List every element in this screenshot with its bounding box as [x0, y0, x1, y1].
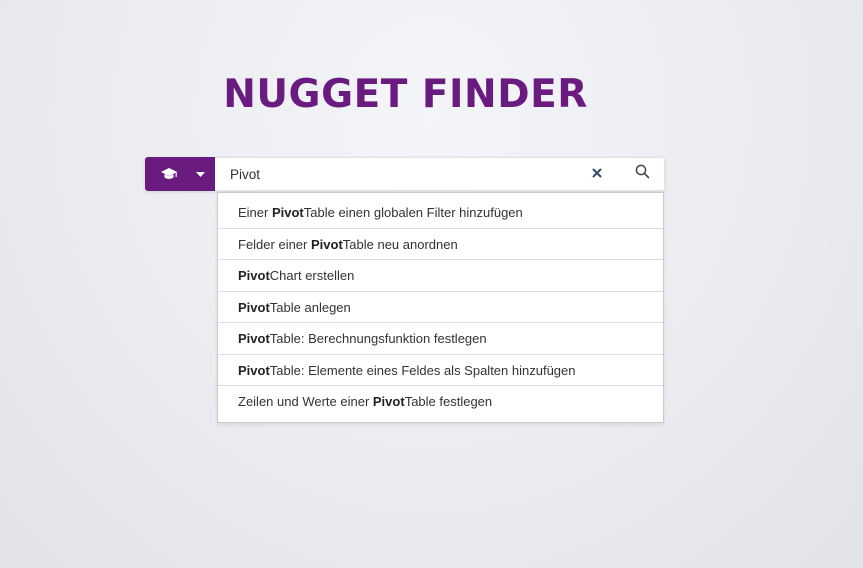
- suggestion-item[interactable]: Zeilen und Werte einer PivotTable festle…: [218, 386, 663, 418]
- suggestion-item[interactable]: PivotTable: Elemente eines Feldes als Sp…: [218, 355, 663, 386]
- search-input[interactable]: [215, 158, 582, 190]
- suggestion-item[interactable]: PivotChart erstellen: [218, 260, 663, 292]
- suggestion-match: Pivot: [238, 362, 270, 378]
- suggestion-text-after: Chart erstellen: [269, 268, 355, 283]
- category-dropdown-button[interactable]: [145, 157, 215, 191]
- suggestion-text-after: Table einen globalen Filter hinzufügen: [303, 205, 523, 220]
- search-field: [215, 157, 665, 191]
- suggestion-match: Pivot: [238, 268, 270, 283]
- graduation-cap-icon: [160, 167, 178, 181]
- suggestion-match: Pivot: [238, 331, 270, 346]
- close-icon: [592, 165, 602, 183]
- suggestion-text-after: Table neu anordnen: [342, 236, 458, 252]
- suggestion-match: Pivot: [271, 205, 304, 220]
- search-button[interactable]: [622, 158, 662, 190]
- search-icon: [635, 164, 650, 184]
- suggestion-text-after: Table: Berechnungsfunktion festlegen: [269, 331, 487, 346]
- suggestion-match: Pivot: [372, 394, 405, 409]
- suggestion-item[interactable]: PivotTable anlegen: [218, 292, 663, 323]
- suggestion-item[interactable]: Einer PivotTable einen globalen Filter h…: [218, 197, 663, 229]
- clear-button[interactable]: [582, 158, 612, 190]
- suggestion-text-after: Table festlegen: [404, 394, 493, 409]
- suggestion-match: Pivot: [238, 299, 270, 315]
- suggestion-text-before: Felder einer: [238, 236, 311, 252]
- suggestion-item[interactable]: PivotTable: Berechnungsfunktion festlege…: [218, 323, 663, 355]
- page-title: NUGGET FINDER: [223, 72, 588, 117]
- suggestion-match: Pivot: [310, 236, 343, 252]
- suggestion-item[interactable]: Felder einer PivotTable neu anordnen: [218, 229, 663, 260]
- suggestion-text-after: Table anlegen: [269, 299, 351, 315]
- suggestion-text-after: Table: Elemente eines Feldes als Spalten…: [269, 362, 576, 378]
- suggestion-list: Einer PivotTable einen globalen Filter h…: [217, 192, 664, 423]
- caret-down-icon: [195, 171, 205, 177]
- suggestion-text-before: Einer: [238, 205, 272, 220]
- search-bar: [145, 157, 665, 191]
- suggestion-text-before: Zeilen und Werte einer: [238, 394, 373, 409]
